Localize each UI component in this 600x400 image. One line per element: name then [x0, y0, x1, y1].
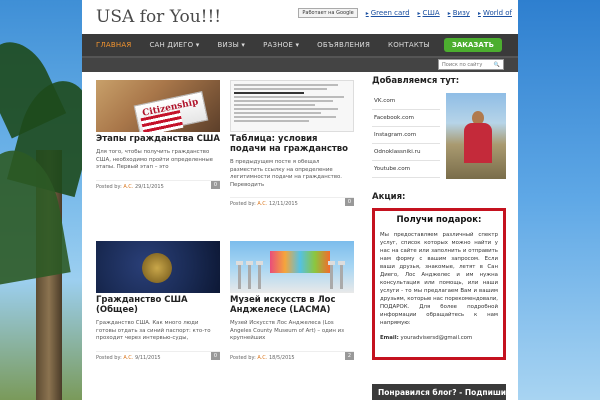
nav-item-home[interactable]: ГЛАВНАЯ — [96, 41, 131, 49]
friends-title: Добавляемся тут: — [372, 76, 460, 86]
post-thumbnail[interactable] — [230, 241, 354, 293]
page-container: USA for You!!! Работает на Google ▸ Green… — [82, 0, 518, 400]
top-link-world-of[interactable]: ▸ World of — [478, 9, 512, 17]
search-box: 🔍 — [438, 59, 504, 70]
social-link-facebook[interactable]: Facebook.com — [372, 110, 440, 127]
social-link-youtube[interactable]: Youtube.com — [372, 161, 440, 178]
top-link-usa[interactable]: ▸ США — [418, 9, 440, 17]
top-link-visa[interactable]: ▸ Визу — [448, 9, 470, 17]
background-palm-scene — [0, 0, 82, 400]
top-links: Работает на Google ▸ Green card ▸ США ▸ Виз… — [298, 8, 512, 18]
post-title[interactable]: Этапы гражданства США — [96, 134, 220, 144]
subscribe-banner[interactable]: Понравился блог? - Подпишись — [372, 384, 515, 400]
link-icon: ▸ — [365, 9, 369, 17]
post-excerpt: В предыдущем посте я обещал разместить с… — [230, 159, 343, 188]
main-nav: ГЛАВНАЯ САН ДИЕГО ▾ ВИЗЫ ▾ РАЗНОЕ ▾ ОБЪЯ… — [82, 34, 518, 58]
site-title[interactable]: USA for You!!! — [96, 7, 221, 27]
post-author[interactable]: A.C. — [257, 355, 267, 361]
post-card: Музей искусств в Лос Анджелесе (LACMA) М… — [230, 241, 354, 361]
comment-count[interactable]: 0 — [210, 180, 220, 189]
comment-count[interactable]: 0 — [344, 198, 354, 206]
social-links: VK.com Facebook.com Instagram.com Odnokl… — [372, 93, 440, 179]
sidebar: Добавляемся тут: VK.com Facebook.com Ins… — [372, 76, 506, 360]
post-excerpt: Гражданство США. Как много люди готовы о… — [96, 320, 211, 341]
promo-email-address[interactable]: youradvisersd@gmail.com — [401, 335, 473, 341]
background-sky — [518, 0, 600, 400]
posted-by-label: Posted by: — [96, 183, 122, 190]
social-link-instagram[interactable]: Instagram.com — [372, 127, 440, 144]
post-author[interactable]: A.C. — [123, 355, 133, 361]
translate-label: Работает на Google — [302, 10, 354, 16]
social-link-vk[interactable]: VK.com — [372, 93, 440, 110]
site-header: USA for You!!! Работает на Google ▸ Green… — [82, 0, 518, 34]
link-icon: ▸ — [477, 9, 481, 17]
nav-item-san-diego[interactable]: САН ДИЕГО ▾ — [149, 41, 199, 49]
nav-item-misc[interactable]: РАЗНОЕ ▾ — [263, 41, 299, 49]
top-link-green-card[interactable]: ▸ Green card — [366, 9, 410, 17]
author-photo — [446, 93, 506, 179]
search-bar: 🔍 — [82, 58, 518, 72]
comment-count[interactable]: 2 — [344, 351, 354, 360]
promo-heading: Получи подарок: — [396, 215, 482, 225]
nav-item-visas[interactable]: ВИЗЫ ▾ — [217, 41, 245, 49]
post-title[interactable]: Таблица: условия подачи на гражданство — [230, 134, 354, 154]
search-input[interactable] — [442, 61, 490, 68]
seal-image — [142, 253, 172, 283]
promo-email: Email: youradvisersd@gmail.com — [380, 335, 498, 341]
museum-image — [270, 251, 330, 273]
post-thumbnail[interactable] — [96, 241, 220, 293]
posted-by-label: Posted by: — [230, 354, 256, 361]
google-translate-button[interactable]: Работает на Google — [298, 8, 358, 18]
post-card: Citizenship Этапы гражданства США Для то… — [96, 80, 220, 190]
post-excerpt: Музей Искусств Лос Анджелеса (Los Angele… — [230, 320, 344, 341]
posted-by-label: Posted by: — [96, 354, 122, 361]
promo-title: Акция: — [372, 192, 406, 202]
link-icon: ▸ — [447, 9, 451, 17]
post-excerpt: Для того, чтобы получить гражданство США… — [96, 149, 213, 170]
nav-item-ads[interactable]: ОБЪЯВЛЕНИЯ — [317, 41, 370, 49]
post-thumbnail[interactable] — [230, 80, 354, 132]
comment-count[interactable]: 0 — [210, 351, 220, 360]
post-meta: Posted by: A.C. 12/11/2015 0 — [230, 197, 354, 207]
link-icon: ▸ — [417, 9, 421, 17]
post-card: Гражданство США (Общее) Гражданство США.… — [96, 241, 220, 361]
nav-item-contacts[interactable]: КОНТАКТЫ — [388, 41, 430, 49]
post-thumbnail[interactable]: Citizenship — [96, 80, 220, 132]
promo-text: Мы предоставляем различный спектр услуг,… — [380, 232, 498, 326]
search-icon[interactable]: 🔍 — [494, 62, 500, 68]
order-button[interactable]: ЗАКАЗАТЬ — [443, 38, 502, 52]
friends-widget: VK.com Facebook.com Instagram.com Odnokl… — [372, 93, 506, 179]
promo-box: Получи подарок: Мы предоставляем различн… — [372, 208, 506, 360]
post-author[interactable]: A.C. — [257, 201, 267, 207]
post-meta: Posted by: A.C. 29/11/2015 0 — [96, 179, 220, 190]
post-title[interactable]: Гражданство США (Общее) — [96, 295, 220, 315]
post-meta: Posted by: A.C. 18/5/2015 2 — [230, 350, 354, 361]
social-link-odnoklassniki[interactable]: Odnoklassniki.ru — [372, 144, 440, 161]
post-date: 29/11/2015 — [134, 183, 164, 190]
posted-by-label: Posted by: — [230, 201, 256, 207]
post-date: 18/5/2015 — [268, 354, 295, 361]
post-card: Таблица: условия подачи на гражданство В… — [230, 80, 354, 207]
post-title[interactable]: Музей искусств в Лос Анджелесе (LACMA) — [230, 295, 354, 315]
post-meta: Posted by: A.C. 9/11/2015 0 — [96, 350, 220, 361]
promo-email-label: Email: — [380, 335, 399, 341]
post-date: 12/11/2015 — [268, 201, 298, 207]
post-date: 9/11/2015 — [134, 354, 161, 361]
post-author[interactable]: A.C. — [123, 184, 133, 190]
